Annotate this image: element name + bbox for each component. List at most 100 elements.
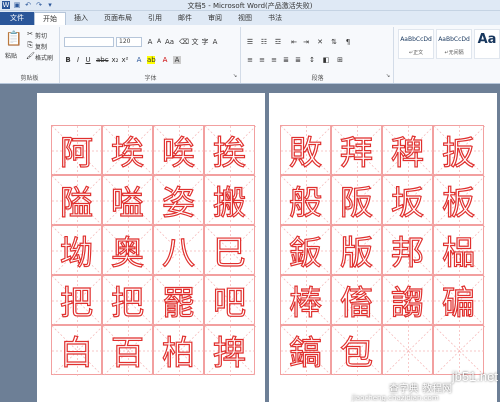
grid-cell: 阪	[331, 175, 383, 226]
clipboard-group-label: 剪贴板	[20, 75, 39, 82]
text-effects-icon[interactable]: A	[135, 56, 143, 64]
tab-references[interactable]: 引用	[140, 12, 170, 25]
style-normal-label: ↵正文	[408, 50, 424, 56]
grid-cell: 謅	[382, 275, 434, 326]
copybook-character: 柏	[161, 332, 195, 372]
font-group: 120 A A Aa ⌫ 文 字 A B I U abc x₂ x² A ab …	[61, 27, 241, 83]
grid-cell: 巳	[204, 225, 256, 276]
copy-icon[interactable]: ⎘	[26, 41, 34, 49]
shading-icon[interactable]: ◧	[322, 56, 330, 64]
copybook-character: 碥	[441, 282, 475, 322]
grid-cell: 柏	[153, 325, 205, 376]
style-no-spacing-label: ↵无间隔	[444, 50, 464, 56]
copy-button[interactable]: 复制	[35, 42, 47, 51]
ribbon-tabs: 文件 开始 插入 页面布局 引用 邮件 审阅 视图 书法	[0, 11, 500, 25]
copybook-character: 邦	[390, 232, 424, 272]
grid-cell: 般	[280, 175, 332, 226]
grid-cell: 包	[331, 325, 383, 376]
copybook-character: 巳	[212, 232, 246, 272]
style-normal[interactable]: AaBbCcDd ↵正文	[398, 29, 434, 59]
grow-font-icon[interactable]: A	[146, 38, 154, 46]
paste-icon[interactable]: 📋	[5, 30, 22, 48]
align-right-icon[interactable]: ≡	[270, 56, 278, 64]
format-painter-button[interactable]: 格式刷	[35, 53, 53, 62]
line-spacing-icon[interactable]: ↕	[308, 56, 316, 64]
tab-view[interactable]: 视图	[230, 12, 260, 25]
numbering-icon[interactable]: ☷	[260, 38, 268, 46]
copybook-character: 鎬	[288, 332, 322, 372]
copybook-character: 罷	[161, 282, 195, 322]
highlight-icon[interactable]: ab	[147, 56, 156, 64]
tab-review[interactable]: 审阅	[200, 12, 230, 25]
tab-file[interactable]: 文件	[0, 12, 34, 25]
grid-cell: 嗌	[102, 175, 154, 226]
grid-cell: 奥	[102, 225, 154, 276]
superscript-icon[interactable]: x²	[121, 56, 129, 64]
tab-insert[interactable]: 插入	[66, 12, 96, 25]
bold-icon[interactable]: B	[64, 56, 72, 64]
copybook-character: 阪	[339, 182, 373, 222]
borders-icon[interactable]: ⊞	[336, 56, 344, 64]
font-group-label: 字体	[144, 75, 157, 82]
enclose-character-icon[interactable]: 字	[201, 38, 209, 46]
subscript-icon[interactable]: x₂	[111, 56, 119, 64]
watermark-url: jiaocheng.chazidian.com	[352, 394, 439, 402]
grid-cell: 坂	[382, 175, 434, 226]
copybook-character: 阿	[59, 132, 93, 172]
copybook-character: 百	[110, 332, 144, 372]
increase-indent-icon[interactable]: ⇥	[302, 38, 310, 46]
page-1[interactable]: 阿埃唉挨隘嗌姿搬坳奥八巳把把罷吧白百柏捭	[37, 93, 265, 402]
style-no-spacing-preview: AaBbCcDd	[438, 36, 470, 43]
style-no-spacing[interactable]: AaBbCcDd ↵无间隔	[436, 29, 472, 59]
grid-cell: 棒	[280, 275, 332, 326]
copybook-character: 傗	[339, 282, 373, 322]
style-heading-1[interactable]: Aa	[474, 29, 500, 59]
grid-cell: 傗	[331, 275, 383, 326]
character-border-icon[interactable]: A	[211, 38, 219, 46]
font-size-combo[interactable]: 120	[116, 37, 142, 47]
style-normal-preview: AaBbCcDd	[400, 36, 432, 43]
sort-icon[interactable]: ⇅	[330, 38, 338, 46]
italic-icon[interactable]: I	[74, 56, 82, 64]
clear-formatting-icon[interactable]: ⌫	[179, 38, 189, 46]
copybook-character: 隘	[59, 182, 93, 222]
font-color-icon[interactable]: A	[161, 56, 169, 64]
copybook-character: 坳	[59, 232, 93, 272]
document-workspace[interactable]: 阿埃唉挨隘嗌姿搬坳奥八巳把把罷吧白百柏捭 敗拜稗扳般阪坂板鈑版邦榀棒傗謅碥鎬包 …	[0, 85, 500, 402]
tab-calligraphy[interactable]: 书法	[260, 12, 290, 25]
paste-button[interactable]: 粘贴	[5, 51, 17, 60]
phonetic-guide-icon[interactable]: 文	[191, 38, 199, 46]
grid-cell: 把	[51, 275, 103, 326]
align-left-icon[interactable]: ≡	[246, 56, 254, 64]
tab-home[interactable]: 开始	[34, 12, 66, 25]
decrease-indent-icon[interactable]: ⇤	[290, 38, 298, 46]
copybook-character: 埃	[110, 132, 144, 172]
paragraph-group: ☰ ☷ ☲ ⇤ ⇥ ✕ ⇅ ¶ ≡ ≡ ≡ ≣ ≣ ↕ ◧ ⊞ ↘ 段落	[242, 27, 394, 83]
align-center-icon[interactable]: ≡	[258, 56, 266, 64]
format-painter-icon[interactable]: 🖌	[26, 52, 35, 60]
change-case-icon[interactable]: Aa	[165, 38, 174, 46]
tab-page-layout[interactable]: 页面布局	[96, 12, 140, 25]
multilevel-list-icon[interactable]: ☲	[274, 38, 282, 46]
cut-icon[interactable]: ✂	[26, 30, 34, 38]
grid-cell: 版	[331, 225, 383, 276]
page-2[interactable]: 敗拜稗扳般阪坂板鈑版邦榀棒傗謅碥鎬包	[269, 93, 497, 402]
font-name-combo[interactable]	[64, 37, 114, 47]
copybook-character: 扳	[441, 132, 475, 172]
copybook-character: 稗	[390, 132, 424, 172]
cut-button[interactable]: 剪切	[35, 31, 47, 40]
shrink-font-icon[interactable]: A	[155, 38, 163, 46]
chinese-layout-icon[interactable]: ✕	[316, 38, 324, 46]
grid-cell: 搬	[204, 175, 256, 226]
copybook-character: 版	[339, 232, 373, 272]
grid-cell: 把	[102, 275, 154, 326]
distributed-icon[interactable]: ≣	[294, 56, 302, 64]
underline-icon[interactable]: U	[84, 56, 92, 64]
justify-icon[interactable]: ≣	[282, 56, 290, 64]
strikethrough-icon[interactable]: abc	[96, 56, 109, 64]
tab-mailings[interactable]: 邮件	[170, 12, 200, 25]
character-shading-icon[interactable]: A	[173, 56, 181, 64]
bullets-icon[interactable]: ☰	[246, 38, 254, 46]
copybook-character: 坂	[390, 182, 424, 222]
show-marks-icon[interactable]: ¶	[344, 38, 352, 46]
